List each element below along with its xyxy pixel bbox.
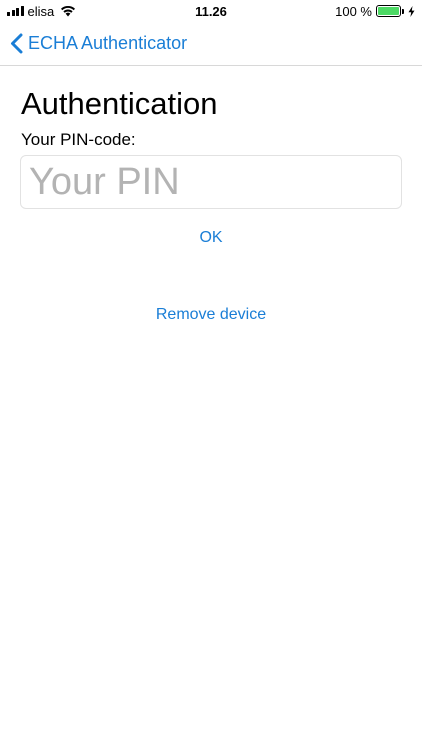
navigation-bar: ECHA Authenticator	[0, 22, 422, 66]
charging-bolt-icon	[408, 5, 415, 17]
back-button-label: ECHA Authenticator	[28, 33, 188, 53]
signal-icon	[7, 6, 24, 16]
pin-input[interactable]	[20, 155, 402, 209]
carrier-name: elisa	[27, 3, 55, 19]
wifi-icon	[61, 5, 76, 17]
chevron-left-icon	[11, 33, 23, 54]
ok-button[interactable]: OK	[0, 226, 422, 250]
battery-fill	[377, 7, 399, 15]
authentication-screen: elisa 11.26 100 % ECHA Authenticator Aut…	[0, 0, 422, 750]
status-left: elisa	[7, 4, 147, 19]
status-time: 11.26	[195, 3, 227, 19]
status-bar: elisa 11.26 100 %	[0, 0, 422, 22]
battery-percent: 100 %	[335, 3, 372, 19]
status-right: 100 %	[275, 4, 415, 19]
page-title: Authentication	[21, 86, 218, 121]
battery-icon	[375, 5, 404, 17]
pin-code-label: Your PIN-code:	[21, 130, 136, 149]
back-button[interactable]: ECHA Authenticator	[10, 33, 187, 54]
remove-device-button[interactable]: Remove device	[0, 303, 422, 327]
battery-cap	[401, 9, 404, 14]
